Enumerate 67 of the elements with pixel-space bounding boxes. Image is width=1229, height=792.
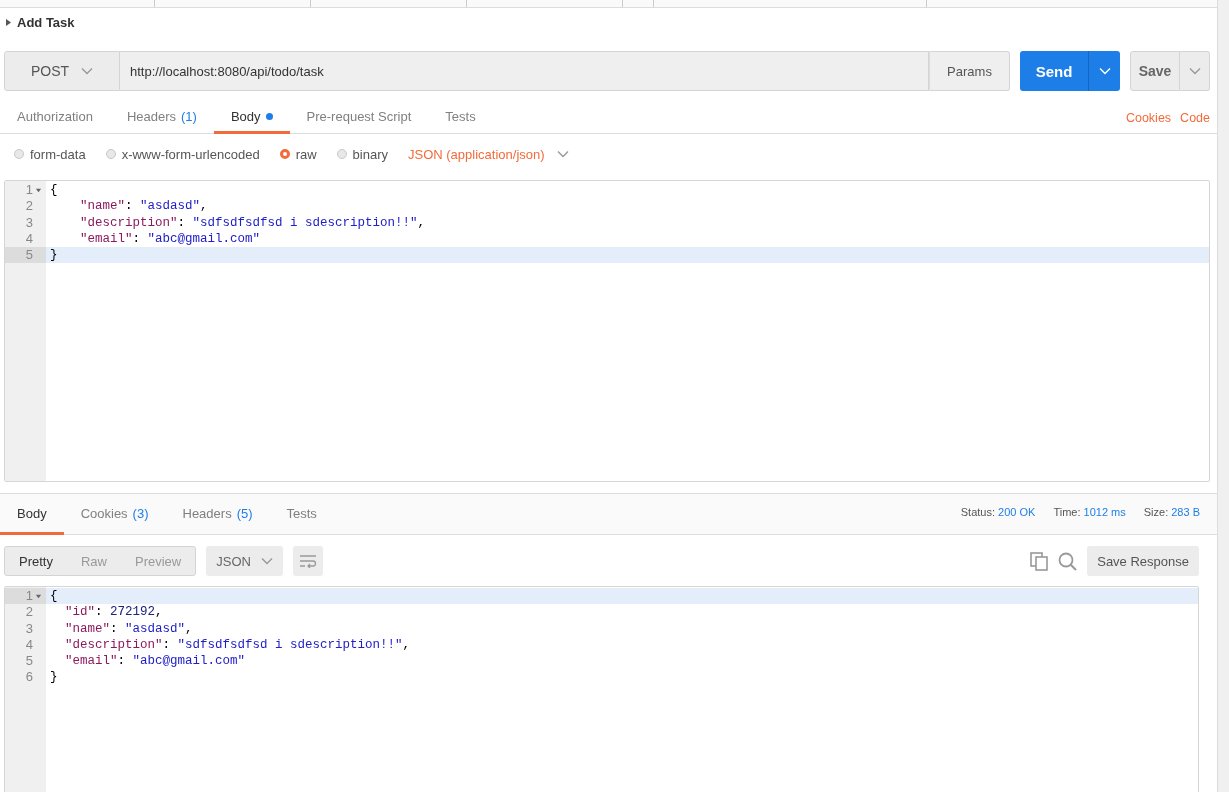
line-number: 2: [25, 198, 33, 215]
line-number: 5: [25, 653, 33, 670]
tab[interactable]: Body: [0, 494, 64, 535]
copy-icon[interactable]: [1030, 551, 1049, 571]
tab[interactable]: Cookies (3): [63, 494, 166, 535]
request-name: Add Task: [17, 15, 75, 30]
line-number: 1: [25, 588, 33, 605]
wrap-lines-button[interactable]: [292, 546, 323, 576]
line-number: 2: [25, 604, 33, 621]
tab[interactable]: Tests: [269, 494, 334, 535]
line-number: 3: [25, 620, 33, 637]
caret-icon: [260, 557, 273, 565]
radio-option[interactable]: raw: [279, 146, 317, 162]
link[interactable]: Code: [1180, 111, 1210, 125]
tab[interactable]: Headers (5): [165, 494, 270, 535]
content-type-dropdown[interactable]: JSON (application/json): [408, 146, 569, 162]
line-number: 6: [25, 669, 33, 686]
caret-icon: [1188, 67, 1201, 75]
view-mode-button[interactable]: Pretty: [5, 547, 67, 575]
fold-caret-icon[interactable]: [35, 186, 42, 194]
send-options-button[interactable]: [1088, 51, 1120, 91]
caret-icon: [1098, 67, 1111, 75]
line-number: 4: [25, 230, 33, 248]
code-editor[interactable]: 1 { 2 "name": "asdasd", 3 "description": "sdfsdfsdfsd i sdescription!!", 4 "email": "abc@gmail.com" 5 }: [4, 180, 1210, 482]
fold-caret-icon[interactable]: [35, 592, 42, 600]
code-line: "description": "sdfsdfsdfsd i sdescription!!",: [79, 214, 426, 231]
save-response-button[interactable]: Save Response: [1087, 546, 1199, 576]
view-mode-button[interactable]: Preview: [121, 547, 196, 575]
caret-icon: [556, 150, 569, 158]
expand-caret-icon[interactable]: [6, 19, 11, 26]
tab[interactable]: Authorization: [0, 101, 110, 134]
code-line: "id": 272192,: [64, 604, 163, 621]
search-icon[interactable]: [1058, 551, 1078, 571]
line-number: 5: [25, 247, 33, 264]
line-number: 4: [25, 636, 33, 654]
tab[interactable]: Body: [213, 101, 290, 134]
radio-option[interactable]: x-www-form-urlencoded: [105, 146, 260, 162]
code-line: "name": "asdasd",: [79, 198, 208, 215]
wrap-lines-icon: [298, 554, 317, 568]
caret-icon: [81, 67, 94, 75]
line-number: 3: [25, 214, 33, 231]
code-line: {: [49, 182, 58, 199]
response-stat: Status: 200 OK: [960, 506, 1036, 518]
radio-option[interactable]: form-data: [14, 146, 86, 162]
code-line: }: [49, 247, 58, 264]
method-dropdown[interactable]: POST: [4, 51, 120, 91]
scrollbar-track[interactable]: [1217, 0, 1229, 792]
code-line: {: [49, 588, 58, 605]
code-line: }: [49, 669, 58, 686]
response-stat: Time: 1012 ms: [1053, 506, 1126, 518]
code-line: "email": "abc@gmail.com": [64, 653, 246, 670]
line-number: 1: [25, 182, 33, 199]
tab[interactable]: Tests: [428, 101, 493, 134]
tab[interactable]: Pre-request Script: [289, 101, 429, 134]
tab[interactable]: Headers (1): [109, 101, 214, 134]
params-button[interactable]: Params: [929, 51, 1010, 91]
radio-option[interactable]: binary: [336, 146, 388, 162]
view-mode-button[interactable]: Raw: [66, 547, 121, 575]
format-dropdown[interactable]: JSON: [206, 546, 283, 576]
code-line: "name": "asdasd",: [64, 620, 193, 637]
url-field[interactable]: http://localhost:8080/api/todo/task: [120, 51, 929, 91]
code-line: "email": "abc@gmail.com": [79, 230, 261, 248]
send-button[interactable]: Send: [1020, 51, 1088, 91]
link[interactable]: Cookies: [1125, 111, 1172, 125]
save-button[interactable]: Save: [1130, 51, 1180, 91]
response-stat: Size: 283 B: [1143, 506, 1200, 518]
code-line: "description": "sdfsdfsdfsd i sdescription!!",: [64, 636, 411, 654]
